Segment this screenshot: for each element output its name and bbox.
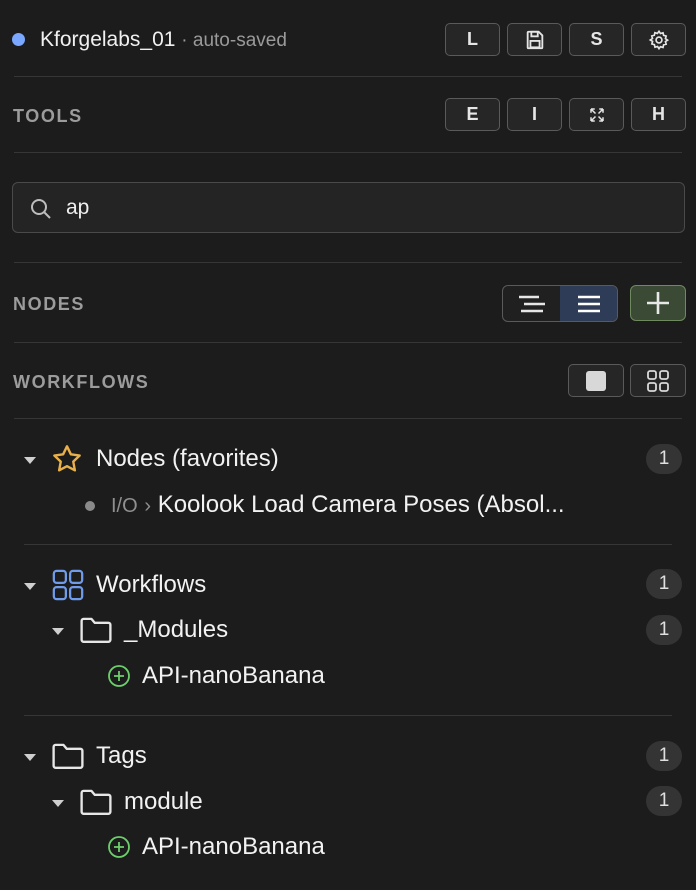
tree-group-workflows[interactable]: Workflows 1 bbox=[0, 566, 696, 606]
divider bbox=[24, 544, 672, 545]
floppy-icon bbox=[526, 30, 543, 49]
search-input[interactable] bbox=[66, 191, 666, 225]
workflow-item-label: API-nanoBanana bbox=[142, 662, 325, 689]
project-name: Kforgelabs_01 bbox=[40, 28, 176, 51]
caret-down-icon[interactable] bbox=[24, 583, 36, 590]
workflows-label: WORKFLOWS bbox=[13, 372, 150, 392]
caret-down-icon[interactable] bbox=[52, 800, 64, 807]
tree-group-label: Workflows bbox=[96, 571, 207, 598]
grid-icon bbox=[52, 569, 84, 601]
favorite-node-label: I/O › Koolook Load Camera Poses (Absol..… bbox=[111, 491, 565, 519]
folder-icon bbox=[52, 743, 84, 769]
caret-down-icon[interactable] bbox=[24, 754, 36, 761]
caret-down-icon[interactable] bbox=[24, 457, 36, 464]
gear-icon bbox=[648, 29, 669, 50]
caret-down-icon[interactable] bbox=[52, 628, 64, 635]
star-icon bbox=[53, 445, 81, 472]
square-icon bbox=[586, 370, 606, 391]
tool-e-button[interactable]: E bbox=[445, 98, 500, 131]
tree-folder-module[interactable]: module 1 bbox=[0, 783, 696, 823]
tool-e-label: E bbox=[466, 104, 479, 124]
tool-i-button[interactable]: I bbox=[507, 98, 562, 131]
count-badge: 1 bbox=[646, 444, 682, 474]
node-name: Koolook Load Camera Poses (Absol... bbox=[157, 491, 565, 518]
search-box[interactable] bbox=[12, 182, 685, 233]
grid-icon bbox=[647, 369, 669, 392]
save-as-button-label: S bbox=[590, 29, 603, 49]
tree-group-label: Nodes (favorites) bbox=[96, 445, 279, 472]
add-circle-icon[interactable] bbox=[107, 835, 131, 859]
save-as-button[interactable]: S bbox=[569, 23, 624, 56]
tree-group-tags[interactable]: Tags 1 bbox=[0, 737, 696, 777]
load-button[interactable]: L bbox=[445, 23, 500, 56]
count-badge: 1 bbox=[646, 786, 682, 816]
divider bbox=[14, 262, 682, 263]
count-badge: 1 bbox=[646, 615, 682, 645]
expand-arrows-icon bbox=[589, 107, 604, 122]
tree-item-workflow[interactable]: API-nanoBanana bbox=[0, 657, 696, 697]
tree-item-tagged-workflow[interactable]: API-nanoBanana bbox=[0, 828, 696, 868]
divider bbox=[14, 342, 682, 343]
status-dot bbox=[12, 33, 25, 46]
node-category: I/O bbox=[111, 495, 138, 517]
list-lines-icon bbox=[577, 295, 600, 312]
divider bbox=[14, 152, 682, 153]
tree-folder-modules[interactable]: _Modules 1 bbox=[0, 611, 696, 651]
workflow-view-grid-button[interactable] bbox=[630, 364, 686, 397]
tree-group-label: Tags bbox=[96, 742, 147, 769]
folder-icon bbox=[80, 617, 112, 643]
view-list-button[interactable] bbox=[560, 286, 617, 321]
nodes-label: NODES bbox=[13, 294, 86, 314]
folder-label: module bbox=[124, 788, 203, 815]
workflow-item-label: API-nanoBanana bbox=[142, 833, 325, 860]
divider bbox=[14, 76, 682, 77]
load-button-label: L bbox=[467, 29, 478, 49]
folder-label: _Modules bbox=[124, 616, 229, 643]
save-button[interactable] bbox=[507, 23, 562, 56]
tree-group-favorites[interactable]: Nodes (favorites) 1 bbox=[0, 440, 696, 480]
tool-i-label: I bbox=[531, 104, 537, 124]
divider bbox=[24, 715, 672, 716]
tool-h-label: H bbox=[652, 104, 665, 124]
search-icon bbox=[31, 199, 51, 219]
workflow-view-single-button[interactable] bbox=[568, 364, 624, 397]
count-badge: 1 bbox=[646, 569, 682, 599]
breadcrumb-separator: › bbox=[144, 495, 152, 517]
add-circle-icon[interactable] bbox=[107, 664, 131, 688]
settings-button[interactable] bbox=[631, 23, 686, 56]
tools-label: TOOLS bbox=[13, 106, 83, 126]
folder-icon bbox=[80, 789, 112, 815]
project-title: Kforgelabs_01 · auto-saved bbox=[40, 28, 287, 52]
tree-item-favorite-node[interactable]: I/O › Koolook Load Camera Poses (Absol..… bbox=[0, 486, 696, 526]
tool-h-button[interactable]: H bbox=[631, 98, 686, 131]
view-compact-button[interactable] bbox=[503, 286, 560, 321]
align-lines-icon bbox=[518, 295, 545, 312]
bullet-icon bbox=[85, 501, 95, 511]
node-view-toggle bbox=[502, 285, 618, 322]
divider bbox=[14, 418, 682, 419]
add-node-button[interactable] bbox=[630, 285, 686, 321]
fit-view-button[interactable] bbox=[569, 98, 624, 131]
plus-icon bbox=[647, 292, 669, 314]
count-badge: 1 bbox=[646, 741, 682, 771]
save-status: · auto-saved bbox=[181, 30, 287, 51]
